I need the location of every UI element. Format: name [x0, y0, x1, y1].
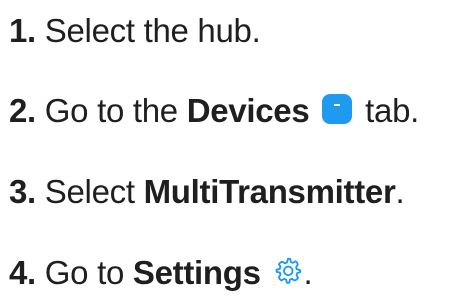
step-2: 2. Go to the Devices tab. — [9, 91, 419, 131]
step-1: 1. Select the hub. — [9, 11, 261, 51]
step-text: Go to the — [44, 92, 187, 129]
step-suffix: . — [303, 254, 313, 291]
step-text: Select the hub. — [44, 12, 261, 49]
step-text: Select — [44, 173, 144, 210]
instruction-steps: 1. Select the hub. 2. Go to the Devices … — [9, 0, 453, 305]
step-number: 2. — [9, 92, 36, 129]
step-number: 4. — [9, 254, 36, 291]
devices-label: Devices — [186, 92, 310, 129]
gear-icon — [272, 255, 304, 287]
step-suffix: tab. — [356, 92, 419, 129]
step-3: 3. Select MultiTransmitter. — [9, 172, 405, 212]
multitransmitter-label: MultiTransmitter — [143, 173, 396, 210]
devices-tab-icon — [322, 94, 353, 125]
step-number: 1. — [9, 12, 36, 49]
step-text: Go to — [44, 254, 133, 291]
step-4: 4. Go to Settings . — [9, 253, 313, 293]
step-suffix: . — [395, 173, 405, 210]
step-number: 3. — [9, 173, 36, 210]
settings-label: Settings — [132, 254, 261, 291]
